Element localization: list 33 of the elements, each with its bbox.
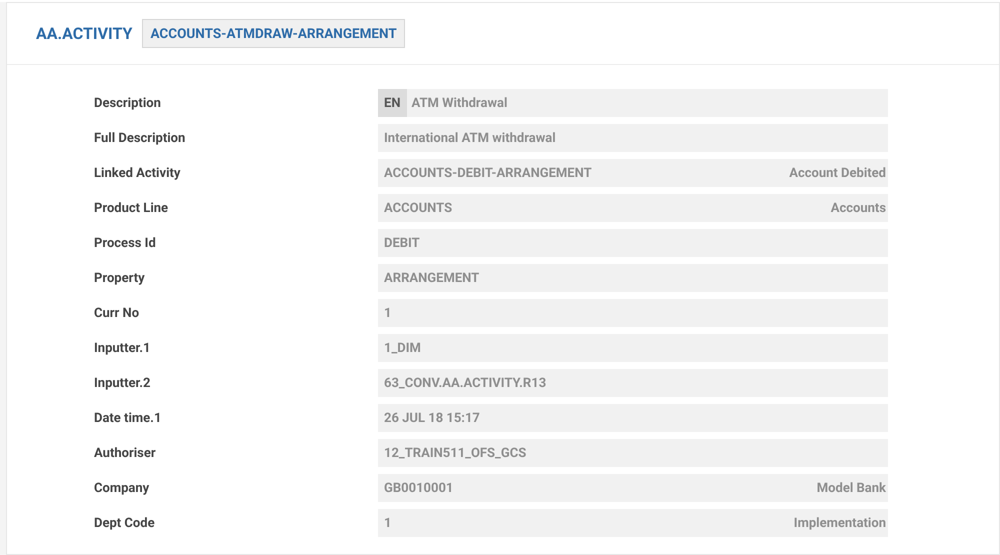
field-value: 63_CONV.AA.ACTIVITY.R13: [383, 376, 546, 390]
field-value: 12_TRAIN511_OFS_GCS: [383, 446, 526, 460]
field-value: GB0010001: [383, 480, 454, 496]
field-note: Accounts: [830, 200, 887, 216]
field-label: Process Id: [94, 236, 157, 250]
field-note: Model Bank: [816, 480, 887, 496]
field-value: ARRANGEMENT: [383, 270, 480, 286]
field-value: 1: [383, 516, 392, 530]
field-value: ACCOUNTS: [383, 200, 452, 216]
field-label: Linked Activity: [94, 166, 182, 180]
field-note: Implementation: [794, 516, 887, 530]
field-value: 1: [383, 306, 392, 320]
field-value: International ATM withdrawal: [383, 130, 556, 146]
field-value: 1_DIM: [383, 340, 421, 356]
field-label: Inputter.2: [94, 376, 152, 390]
field-label: Curr No: [94, 306, 140, 320]
field-label: Description: [94, 96, 162, 110]
field-label: Product Line: [94, 200, 170, 216]
field-label: Company: [94, 480, 150, 496]
field-value: ATM Withdrawal: [412, 96, 508, 110]
field-label: Inputter.1: [94, 340, 152, 356]
record-id-tag: ACCOUNTS-ATMDRAW-ARRANGEMENT: [142, 19, 405, 48]
field-label: Dept Code: [94, 516, 156, 530]
field-value: DEBIT: [383, 236, 420, 250]
field-note: Account Debited: [789, 166, 887, 180]
field-label: Property: [94, 270, 146, 286]
field-label: Authoriser: [94, 446, 157, 460]
field-label: Full Description: [94, 130, 186, 146]
field-label: Date time.1: [94, 410, 162, 426]
field-value: 26 JUL 18 15:17: [383, 410, 480, 426]
record-type-title: AA.ACTIVITY: [36, 24, 132, 43]
language-tag: EN: [378, 89, 406, 117]
field-value: ACCOUNTS-DEBIT-ARRANGEMENT: [383, 166, 592, 180]
